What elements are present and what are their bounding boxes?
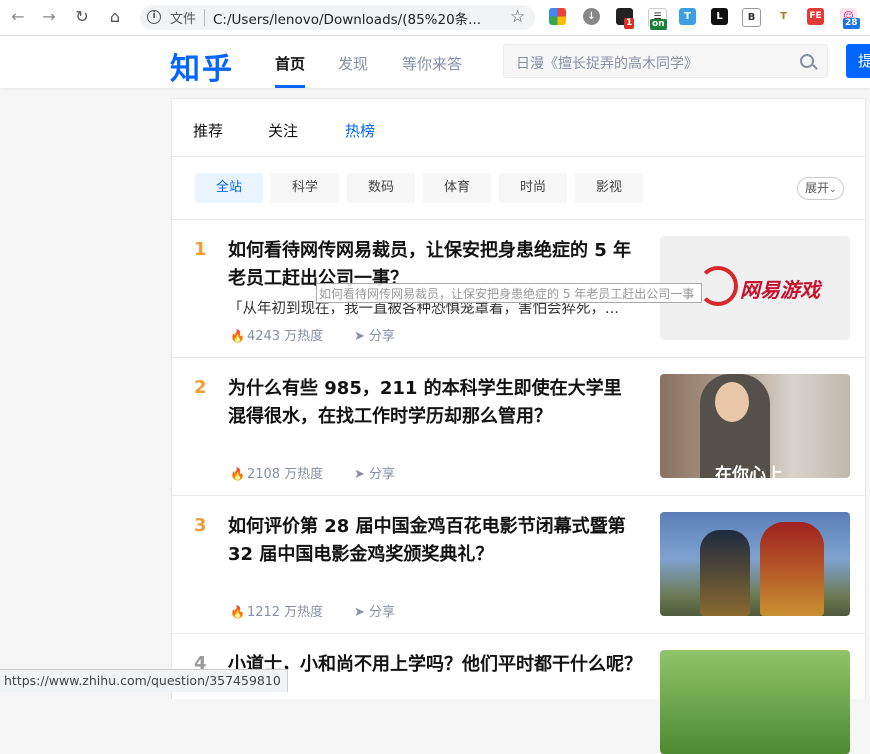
search-icon[interactable]: [800, 54, 814, 68]
share-button[interactable]: ➤ 分享: [354, 463, 395, 482]
omnibox-separator: [204, 9, 205, 26]
hot-thumbnail[interactable]: 在你心上: [660, 374, 850, 478]
zhihu-logo[interactable]: 知乎: [170, 44, 234, 88]
thumbnail-face: [715, 382, 749, 422]
extension-colorful-icon[interactable]: [549, 8, 566, 25]
ask-button[interactable]: 提: [846, 44, 870, 78]
thumbnail-figure-right: [760, 522, 824, 616]
address-bar[interactable]: i 文件 C:/Users/lenovo/Downloads/(85%20条..…: [140, 5, 535, 30]
netease-logo-icon: [698, 266, 738, 306]
tab-recommend[interactable]: 推荐: [193, 120, 223, 141]
share-button[interactable]: ➤ 分享: [354, 325, 395, 344]
heat-count: 4243 万热度: [246, 329, 324, 344]
forward-icon[interactable]: →: [38, 6, 60, 28]
info-icon[interactable]: i: [147, 10, 161, 24]
fe-extension-icon[interactable]: FE: [807, 8, 824, 25]
t-extension-icon[interactable]: T: [679, 8, 696, 25]
heat-count: 2108 万热度: [246, 467, 324, 482]
share-icon: ➤: [354, 605, 365, 620]
share-button[interactable]: ➤ 分享: [354, 601, 395, 620]
thumbnail-figure-left: [700, 530, 750, 616]
share-label: 分享: [369, 467, 396, 482]
expand-label: 展开: [805, 181, 830, 195]
bookmark-star-icon[interactable]: ☆: [510, 7, 525, 27]
url-text[interactable]: C:/Users/lenovo/Downloads/(85%20条...: [213, 8, 481, 28]
search-input[interactable]: 日漫《擅长捉弄的高木同学》: [503, 44, 828, 78]
download-extension-icon[interactable]: ↓: [583, 8, 600, 25]
b-extension-icon[interactable]: B: [742, 8, 761, 27]
share-label: 分享: [369, 329, 396, 344]
item-divider: [172, 357, 865, 358]
extension-badge: 1: [624, 18, 635, 29]
categories-divider: [172, 219, 865, 220]
heat-meta: 🔥 4243 万热度: [230, 325, 323, 344]
heat-meta: 🔥 1212 万热度: [230, 601, 323, 620]
title-tooltip: 如何看待网传网易裁员，让保安把身患绝症的 5 年老员工赶出公司一事: [316, 283, 702, 303]
back-icon[interactable]: ←: [7, 6, 29, 28]
tab-follow[interactable]: 关注: [268, 120, 298, 141]
file-label: 文件: [170, 12, 197, 27]
extension-count-badge: 28: [843, 18, 860, 29]
share-icon: ➤: [354, 467, 365, 482]
flame-icon: 🔥: [230, 329, 245, 343]
heat-count: 1212 万热度: [246, 605, 324, 620]
extension-on-badge: on: [650, 19, 667, 30]
hot-title[interactable]: 小道士，小和尚不用上学吗？他们平时都干什么呢？: [228, 651, 658, 679]
category-sports[interactable]: 体育: [423, 173, 491, 203]
hot-thumbnail[interactable]: [660, 512, 850, 616]
t-yellow-extension-icon[interactable]: T: [775, 8, 792, 25]
nav-home[interactable]: 首页: [275, 53, 305, 74]
tabs-divider: [172, 156, 865, 157]
chevron-down-icon: ⌄: [829, 185, 837, 195]
browser-toolbar: ← → ↻ ⌂ i 文件 C:/Users/lenovo/Downloads/(…: [0, 0, 870, 36]
heat-meta: 🔥 2108 万热度: [230, 463, 323, 482]
hot-title[interactable]: 如何评价第 28 届中国金鸡百花电影节闭幕式暨第 32 届中国电影金鸡奖颁奖典礼…: [228, 513, 638, 569]
l-extension-icon[interactable]: L: [711, 8, 728, 25]
hot-rank: 3: [194, 515, 207, 536]
tab-hot[interactable]: 热榜: [345, 120, 375, 141]
hot-title[interactable]: 为什么有些 985，211 的本科学生即使在大学里混得很水，在找工作时学历却那么…: [228, 375, 638, 431]
share-icon: ➤: [354, 329, 365, 344]
search-placeholder: 日漫《擅长捉弄的高木同学》: [516, 56, 698, 72]
reload-icon[interactable]: ↻: [71, 6, 93, 28]
category-fashion[interactable]: 时尚: [499, 173, 567, 203]
nav-waiting-answers[interactable]: 等你来答: [402, 53, 462, 74]
home-icon[interactable]: ⌂: [104, 6, 126, 28]
item-divider: [172, 495, 865, 496]
nav-discover[interactable]: 发现: [338, 53, 368, 74]
hot-rank: 2: [194, 377, 207, 398]
hot-thumbnail[interactable]: [660, 650, 850, 754]
flame-icon: 🔥: [230, 605, 245, 619]
category-all[interactable]: 全站: [195, 173, 263, 203]
expand-button[interactable]: 展开⌄: [797, 177, 844, 200]
category-science[interactable]: 科学: [271, 173, 339, 203]
nav-active-indicator: [275, 85, 305, 88]
thumbnail-caption: 在你心上: [715, 465, 783, 478]
hot-list-card: 推荐 关注 热榜 全站 科学 数码 体育 时尚 影视 展开⌄ 1 如何看待网传网…: [171, 98, 866, 754]
site-header: 知乎 首页 发现 等你来答 日漫《擅长捉弄的高木同学》 提: [0, 36, 870, 88]
category-film[interactable]: 影视: [575, 173, 643, 203]
category-digital[interactable]: 数码: [347, 173, 415, 203]
share-label: 分享: [369, 605, 396, 620]
status-url-bar: https://www.zhihu.com/question/357459810: [0, 669, 288, 692]
hot-rank: 1: [194, 239, 207, 260]
item-divider: [172, 633, 865, 634]
flame-icon: 🔥: [230, 467, 245, 481]
thumbnail-brand-text: 网易游戏: [740, 278, 820, 302]
